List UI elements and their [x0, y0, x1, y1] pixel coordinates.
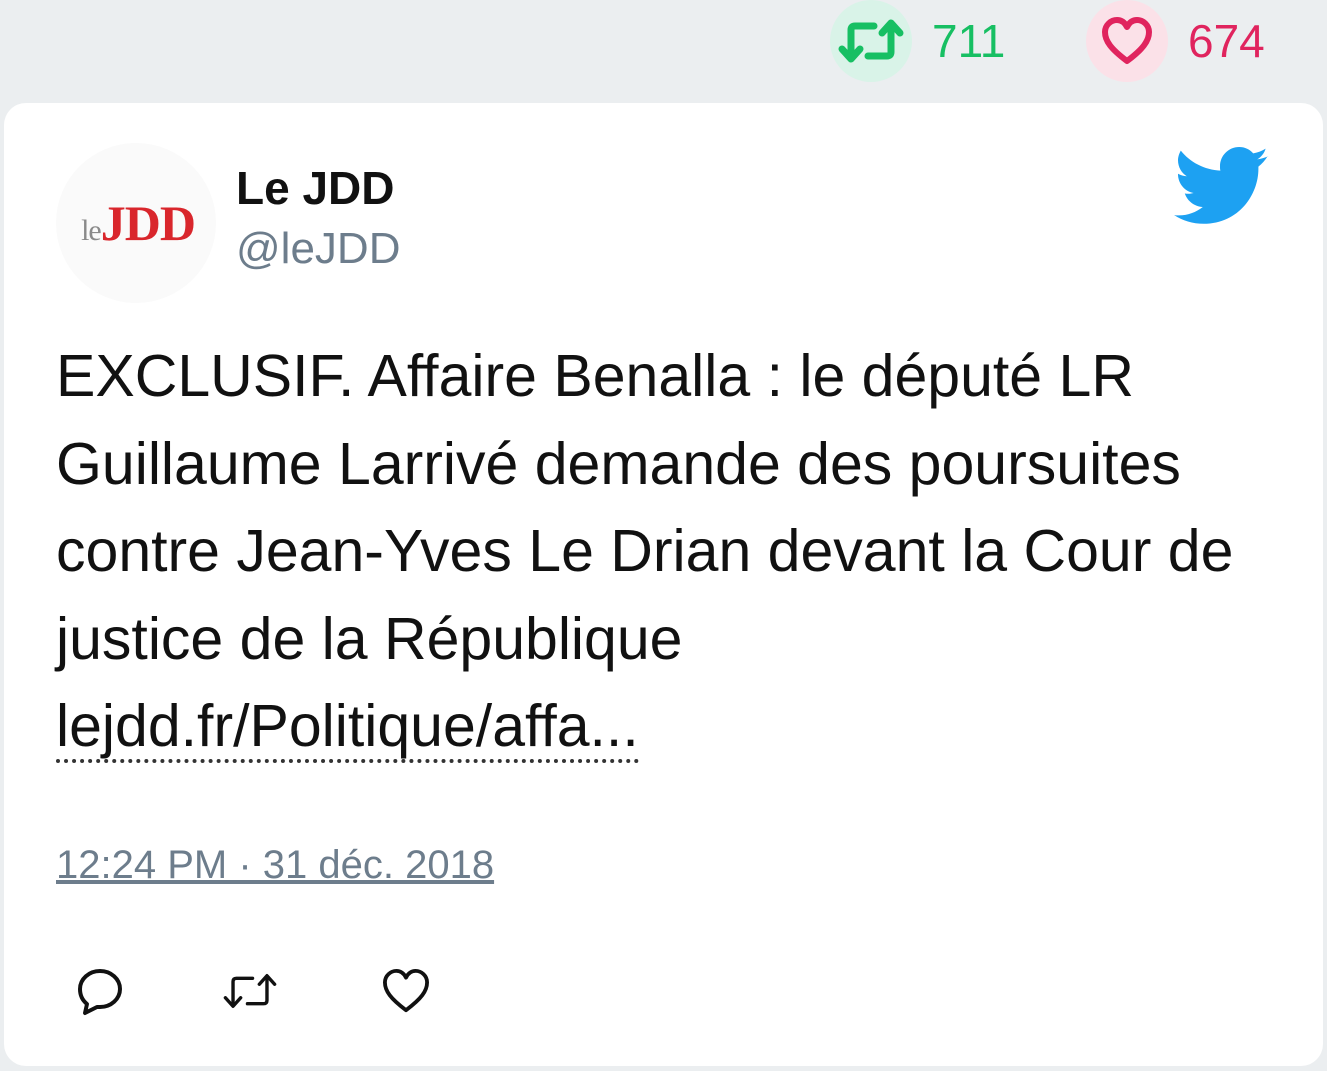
tweet-timestamp[interactable]: 12:24 PM · 31 déc. 2018	[56, 845, 494, 885]
tweet-card: le JDD Le JDD @leJDD EXCLUSIF. Affaire B…	[4, 103, 1323, 1066]
like-button[interactable]	[378, 963, 434, 1019]
avatar-logo-main: JDD	[100, 195, 196, 251]
reply-button[interactable]	[72, 963, 128, 1019]
retweet-count: 711	[932, 15, 1006, 67]
avatar[interactable]: le JDD	[56, 143, 216, 303]
tweet-actions	[4, 963, 604, 1023]
twitter-bird-icon[interactable]	[1174, 147, 1270, 227]
retweet-icon	[223, 974, 277, 1008]
retweet-stat[interactable]: 711	[830, 0, 1005, 82]
retweet-button[interactable]	[222, 963, 278, 1019]
like-stat[interactable]: 674	[1086, 0, 1265, 82]
author-name[interactable]: Le JDD	[236, 165, 394, 211]
heart-icon	[1102, 17, 1152, 64]
author-handle[interactable]: @leJDD	[236, 227, 400, 271]
engagement-stats: 711 674	[0, 0, 1327, 90]
reply-icon	[78, 969, 122, 1015]
like-stat-circle[interactable]	[1086, 0, 1168, 82]
retweet-stat-circle[interactable]	[830, 0, 912, 82]
like-count: 674	[1188, 15, 1265, 67]
avatar-logo-prefix: le	[81, 214, 102, 247]
tweet-text: EXCLUSIF. Affaire Benalla : le député LR…	[56, 333, 1276, 771]
heart-icon	[382, 968, 429, 1013]
tweet-body: EXCLUSIF. Affaire Benalla : le député LR…	[56, 343, 1234, 672]
retweet-icon	[838, 19, 904, 63]
avatar-logo: le JDD	[81, 194, 196, 252]
tweet-link[interactable]: lejdd.fr/Politique/affa...	[56, 693, 639, 763]
